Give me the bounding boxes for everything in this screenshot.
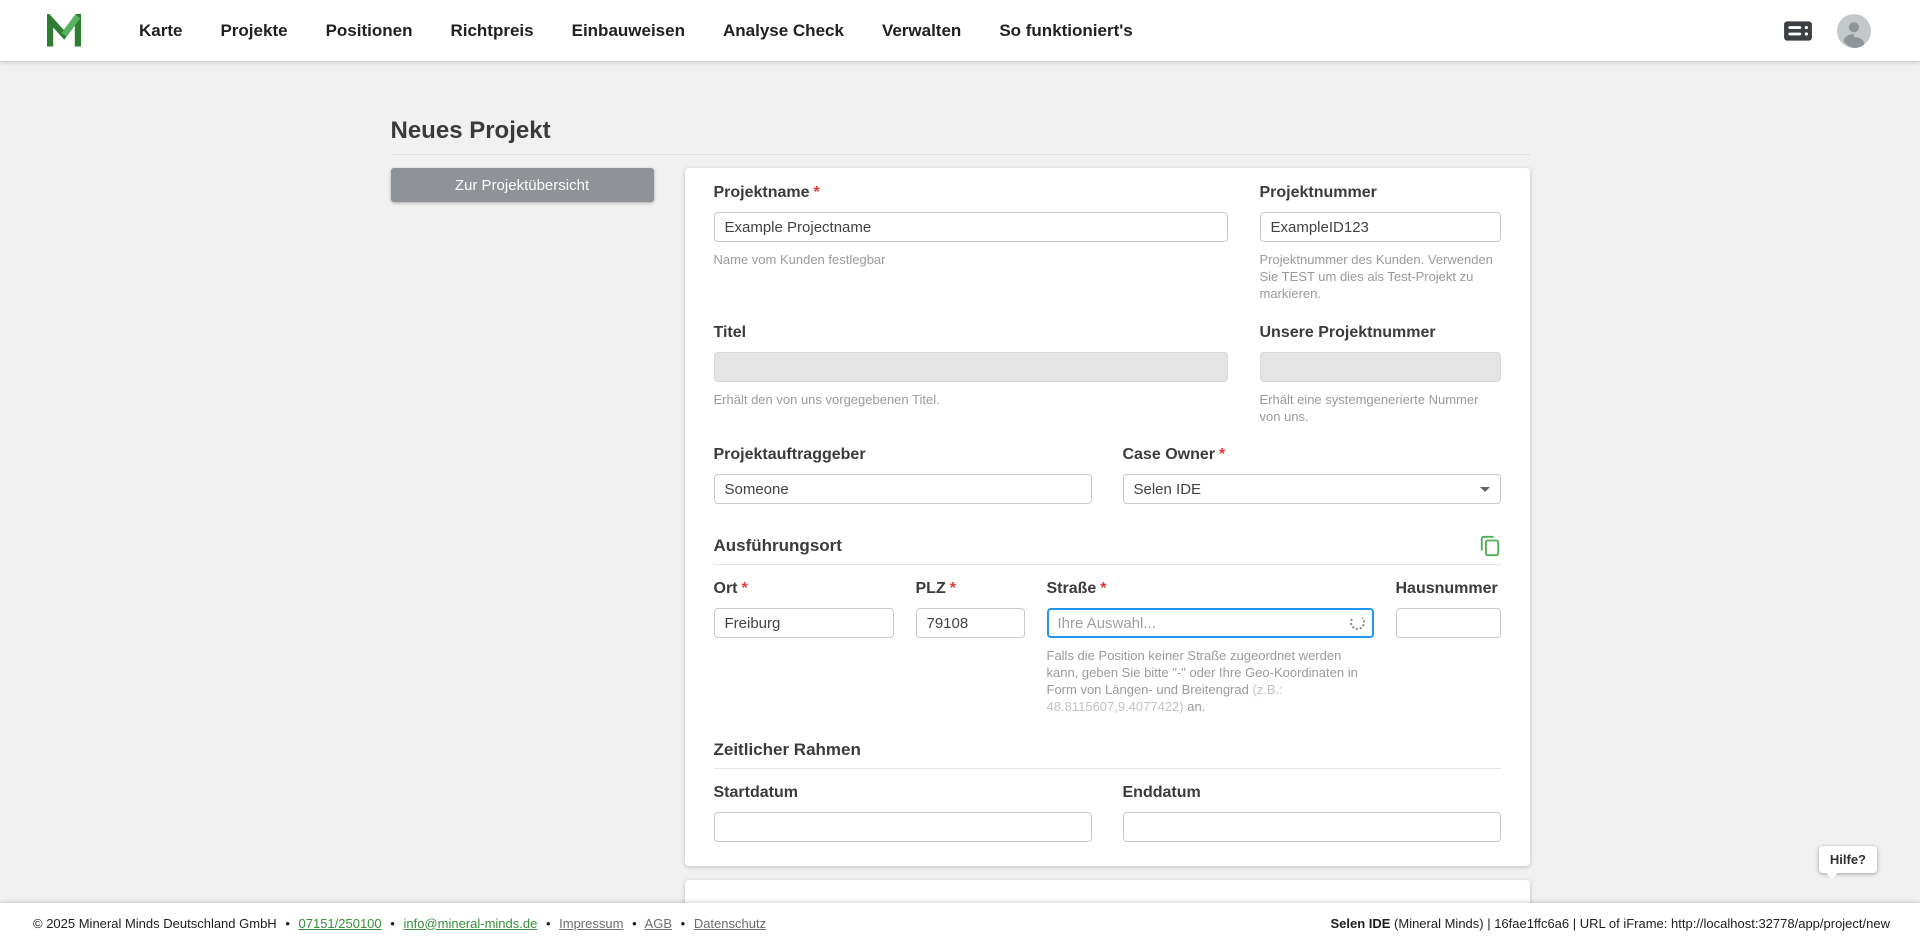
- main-nav: Karte Projekte Positionen Richtpreis Ein…: [139, 21, 1133, 41]
- strasse-field: Straße* Falls die Position keiner Straße…: [1047, 580, 1374, 715]
- unsere-projektnummer-label: Unsere Projektnummer: [1260, 324, 1436, 341]
- session-info: (Mineral Minds) | 16fae1ffc6a6 | URL of …: [1390, 916, 1890, 931]
- email-link[interactable]: info@mineral-minds.de: [403, 916, 537, 931]
- projektauftraggeber-input[interactable]: [714, 474, 1092, 504]
- phone-link[interactable]: 07151/250100: [299, 916, 382, 931]
- ort-label: Ort: [714, 580, 738, 597]
- strasse-label: Straße: [1047, 580, 1097, 597]
- nav-item-richtpreis[interactable]: Richtpreis: [450, 21, 533, 41]
- projektnummer-field: Projektnummer Projektnummer des Kunden. …: [1260, 184, 1501, 302]
- nav-item-projekte[interactable]: Projekte: [220, 21, 287, 41]
- required-asterisk: *: [950, 580, 956, 597]
- section-divider: [714, 564, 1501, 565]
- plz-label: PLZ: [916, 580, 946, 597]
- startdatum-field: Startdatum: [714, 784, 1092, 842]
- user-avatar[interactable]: [1837, 14, 1871, 48]
- ort-field: Ort*: [714, 580, 894, 715]
- section-title-zeitlicher-rahmen: Zeitlicher Rahmen: [714, 740, 861, 760]
- footer-right: Selen IDE (Mineral Minds) | 16fae1ffc6a6…: [1330, 916, 1890, 931]
- server-icon[interactable]: [1783, 20, 1813, 42]
- projektnummer-helper: Projektnummer des Kunden. Verwenden Sie …: [1260, 251, 1501, 302]
- projektnummer-label: Projektnummer: [1260, 184, 1377, 201]
- projektname-helper: Name vom Kunden festlegbar: [714, 251, 1228, 268]
- brand-logo[interactable]: [45, 14, 83, 48]
- hausnummer-input[interactable]: [1396, 608, 1501, 638]
- top-nav-bar: Karte Projekte Positionen Richtpreis Ein…: [0, 0, 1920, 61]
- loading-spinner-icon: [1350, 615, 1365, 630]
- enddatum-label: Enddatum: [1123, 784, 1201, 801]
- help-label: Hilfe?: [1830, 852, 1866, 867]
- page-title: Neues Projekt: [391, 117, 1530, 145]
- case-owner-field: Case Owner* Selen IDE: [1123, 446, 1501, 504]
- chevron-down-icon: [1480, 487, 1490, 492]
- required-asterisk: *: [1219, 446, 1225, 463]
- separator: •: [285, 916, 290, 931]
- separator: •: [390, 916, 395, 931]
- required-asterisk: *: [1100, 580, 1106, 597]
- hausnummer-label: Hausnummer: [1396, 580, 1498, 597]
- agb-link[interactable]: AGB: [645, 916, 672, 931]
- footer-left: © 2025 Mineral Minds Deutschland GmbH • …: [33, 916, 766, 931]
- projektauftraggeber-field: Projektauftraggeber: [714, 446, 1092, 504]
- help-button[interactable]: Hilfe?: [1819, 846, 1877, 873]
- nav-item-einbauweisen[interactable]: Einbauweisen: [572, 21, 685, 41]
- separator: •: [632, 916, 637, 931]
- next-section-card-partial: [685, 880, 1530, 903]
- tooltip-tail: [1826, 872, 1838, 880]
- nav-item-positionen[interactable]: Positionen: [326, 21, 413, 41]
- required-asterisk: *: [742, 580, 748, 597]
- titel-field: Titel Erhält den von uns vorgegebenen Ti…: [714, 324, 1228, 425]
- section-title-ausfuehrungsort: Ausführungsort: [714, 536, 842, 556]
- titel-helper: Erhält den von uns vorgegebenen Titel.: [714, 391, 1228, 408]
- strasse-helper: Falls die Position keiner Straße zugeord…: [1047, 647, 1374, 715]
- startdatum-input[interactable]: [714, 812, 1092, 842]
- nav-item-karte[interactable]: Karte: [139, 21, 182, 41]
- projektname-label: Projektname: [714, 184, 810, 201]
- separator: •: [546, 916, 551, 931]
- startdatum-label: Startdatum: [714, 784, 798, 801]
- section-divider: [714, 768, 1501, 769]
- back-to-project-overview-button[interactable]: Zur Projektübersicht: [391, 168, 654, 202]
- required-asterisk: *: [814, 184, 820, 201]
- title-divider: [391, 154, 1530, 155]
- header-right-tools: [1783, 14, 1871, 48]
- nav-item-verwalten[interactable]: Verwalten: [882, 21, 961, 41]
- new-project-form-card: Projektname* Name vom Kunden festlegbar …: [685, 168, 1530, 866]
- logo-m-icon: [45, 14, 83, 48]
- titel-label: Titel: [714, 324, 747, 341]
- unsere-projektnummer-field: Unsere Projektnummer Erhält eine systemg…: [1260, 324, 1501, 425]
- hausnummer-field: Hausnummer: [1396, 580, 1501, 715]
- unsere-projektnummer-input: [1260, 352, 1501, 382]
- nav-item-analyse-check[interactable]: Analyse Check: [723, 21, 844, 41]
- case-owner-label: Case Owner: [1123, 446, 1215, 463]
- case-owner-selected-value: Selen IDE: [1134, 481, 1202, 498]
- separator: •: [681, 916, 686, 931]
- datenschutz-link[interactable]: Datenschutz: [694, 916, 766, 931]
- strasse-input[interactable]: [1047, 608, 1374, 638]
- copyright-text: © 2025 Mineral Minds Deutschland GmbH: [33, 916, 277, 931]
- footer: © 2025 Mineral Minds Deutschland GmbH • …: [0, 903, 1920, 943]
- copy-icon[interactable]: [1479, 535, 1501, 557]
- titel-input: [714, 352, 1228, 382]
- projektname-input[interactable]: [714, 212, 1228, 242]
- projektnummer-input[interactable]: [1260, 212, 1501, 242]
- enddatum-field: Enddatum: [1123, 784, 1501, 842]
- nav-item-so-funktionierts[interactable]: So funktioniert's: [999, 21, 1132, 41]
- projektname-field: Projektname* Name vom Kunden festlegbar: [714, 184, 1228, 302]
- plz-input[interactable]: [916, 608, 1025, 638]
- impressum-link[interactable]: Impressum: [559, 916, 623, 931]
- session-user-name: Selen IDE: [1330, 916, 1390, 931]
- projektauftraggeber-label: Projektauftraggeber: [714, 446, 866, 463]
- plz-field: PLZ*: [916, 580, 1025, 715]
- main-area: Neues Projekt Zur Projektübersicht Proje…: [0, 61, 1920, 903]
- case-owner-select[interactable]: Selen IDE: [1123, 474, 1501, 504]
- enddatum-input[interactable]: [1123, 812, 1501, 842]
- ort-input[interactable]: [714, 608, 894, 638]
- unsere-projektnummer-helper: Erhält eine systemgenerierte Nummer von …: [1260, 391, 1501, 425]
